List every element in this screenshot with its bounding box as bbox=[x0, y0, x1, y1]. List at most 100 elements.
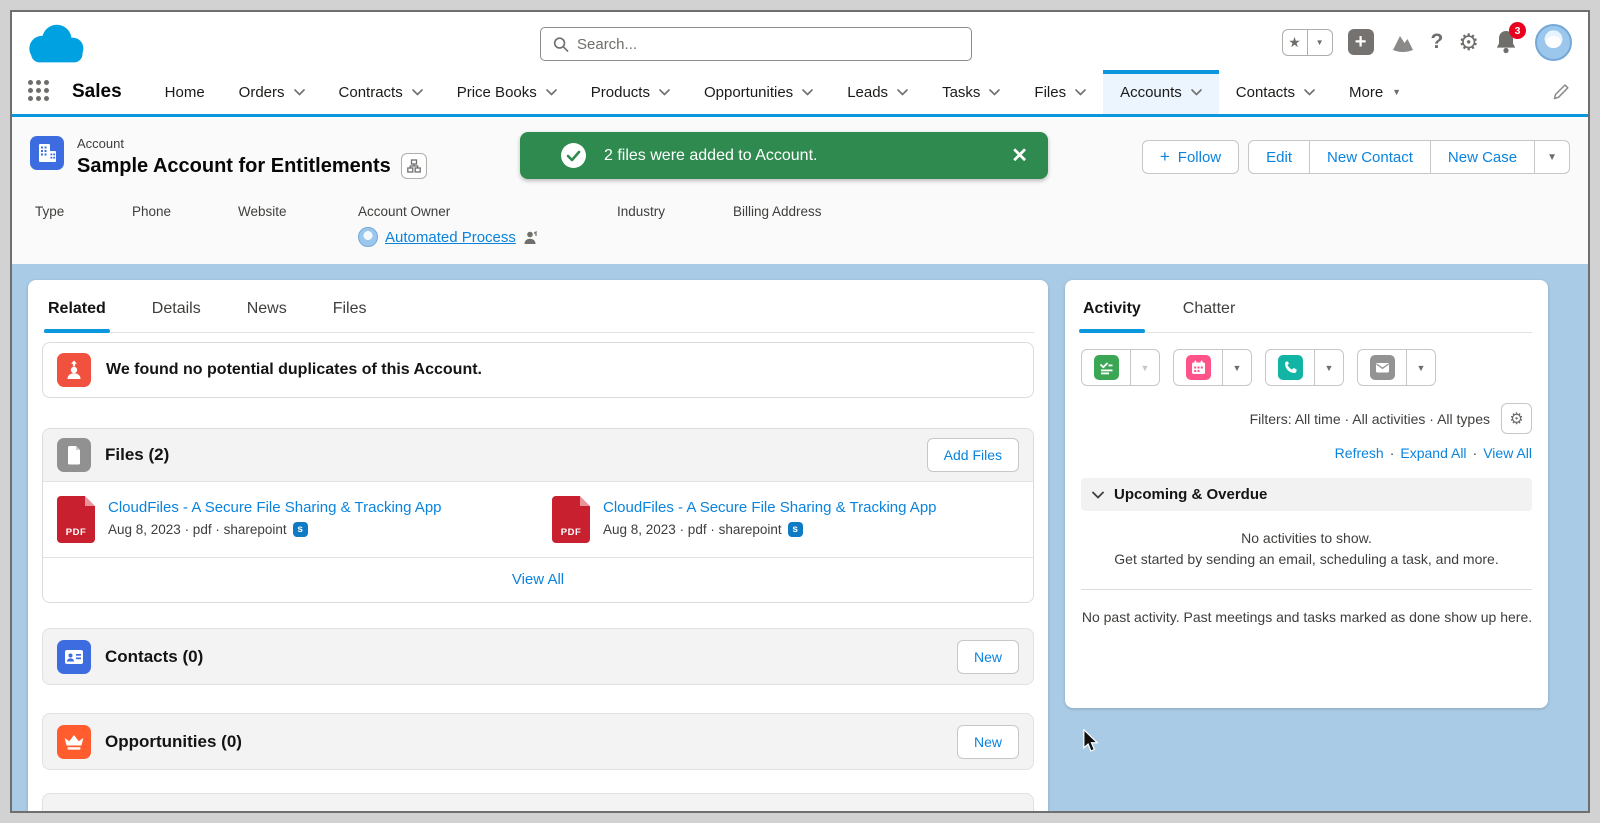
nav-tab-label: Contracts bbox=[339, 84, 403, 101]
favorite-star-icon[interactable]: ★ bbox=[1282, 29, 1308, 56]
chevron-down-icon[interactable] bbox=[294, 89, 305, 96]
app-launcher-icon[interactable] bbox=[28, 80, 52, 104]
chevron-down-icon[interactable] bbox=[546, 89, 557, 96]
nav-tab-price-books[interactable]: Price Books bbox=[440, 70, 574, 114]
chevron-down-icon[interactable] bbox=[802, 89, 813, 96]
new-contact-button[interactable]: New Contact bbox=[1309, 140, 1431, 174]
pdf-file-icon: PDF bbox=[57, 496, 95, 543]
file-name-link[interactable]: CloudFiles - A Secure File Sharing & Tra… bbox=[603, 499, 937, 516]
nav-tab-leads[interactable]: Leads bbox=[830, 70, 925, 114]
edit-button[interactable]: Edit bbox=[1248, 140, 1310, 174]
tab-details[interactable]: Details bbox=[152, 300, 201, 332]
nav-tab-label: Contacts bbox=[1236, 84, 1295, 101]
log-a-call-button[interactable] bbox=[1265, 349, 1315, 386]
notifications-bell[interactable]: 3 bbox=[1494, 29, 1520, 55]
user-avatar[interactable] bbox=[1535, 24, 1572, 61]
chevron-down-icon[interactable] bbox=[1304, 89, 1315, 96]
nav-tab-label: Accounts bbox=[1120, 84, 1182, 101]
separator-dot: · bbox=[1473, 445, 1478, 461]
toast-close-icon[interactable]: ✕ bbox=[1011, 143, 1028, 168]
activity-view-all-link[interactable]: View All bbox=[1483, 445, 1532, 461]
nav-tab-tasks[interactable]: Tasks bbox=[925, 70, 1017, 114]
chevron-down-icon[interactable] bbox=[897, 89, 908, 96]
event-dropdown[interactable]: ▼ bbox=[1222, 349, 1252, 386]
task-dropdown[interactable]: ▼ bbox=[1130, 349, 1160, 386]
guidance-center-icon[interactable] bbox=[1389, 30, 1416, 54]
pdf-badge: PDF bbox=[561, 527, 582, 538]
new-opportunity-button[interactable]: New bbox=[957, 725, 1019, 759]
activity-empty-state: No activities to show. Get started by se… bbox=[1081, 528, 1532, 570]
chevron-down-icon[interactable] bbox=[1075, 89, 1086, 96]
field-label-type: Type bbox=[35, 204, 64, 219]
nav-tab-products[interactable]: Products bbox=[574, 70, 687, 114]
files-view-all-link[interactable]: View All bbox=[512, 571, 564, 588]
tab-activity[interactable]: Activity bbox=[1083, 300, 1141, 332]
sharepoint-icon: s bbox=[788, 522, 803, 537]
success-toast: 2 files were added to Account. ✕ bbox=[520, 132, 1048, 179]
activity-settings-gear-icon[interactable]: ⚙ bbox=[1501, 403, 1532, 434]
contacts-related-list[interactable]: Contacts (0) New bbox=[42, 628, 1034, 685]
add-files-button[interactable]: Add Files bbox=[927, 438, 1019, 472]
expand-all-link[interactable]: Expand All bbox=[1400, 445, 1466, 461]
favorites-dropdown-icon[interactable]: ▼ bbox=[1307, 29, 1333, 56]
new-task-button[interactable] bbox=[1081, 349, 1131, 386]
search-input[interactable] bbox=[577, 36, 959, 53]
files-related-list: Files (2) Add Files PDF CloudFiles - A S… bbox=[42, 428, 1034, 603]
new-case-button[interactable]: New Case bbox=[1430, 140, 1535, 174]
tab-news[interactable]: News bbox=[247, 300, 287, 332]
global-actions-button[interactable]: + bbox=[1348, 29, 1374, 55]
pdf-file-icon: PDF bbox=[552, 496, 590, 543]
opportunities-related-list[interactable]: Opportunities (0) New bbox=[42, 713, 1034, 770]
call-dropdown[interactable]: ▼ bbox=[1314, 349, 1344, 386]
field-label-website: Website bbox=[238, 204, 287, 219]
tab-chatter[interactable]: Chatter bbox=[1183, 300, 1235, 332]
account-owner-link[interactable]: Automated Process bbox=[385, 229, 516, 246]
chevron-down-icon bbox=[1092, 491, 1104, 499]
field-label-account-owner: Account Owner bbox=[358, 204, 450, 219]
files-card-header[interactable]: Files (2) Add Files bbox=[43, 429, 1033, 481]
chevron-down-icon[interactable] bbox=[1191, 89, 1202, 96]
setup-gear-icon[interactable]: ⚙ bbox=[1458, 31, 1479, 54]
help-icon[interactable]: ? bbox=[1431, 30, 1444, 54]
call-icon bbox=[1278, 355, 1303, 380]
chevron-down-icon[interactable] bbox=[989, 89, 1000, 96]
files-card-title: Files (2) bbox=[105, 445, 169, 465]
new-event-button[interactable] bbox=[1173, 349, 1223, 386]
file-item[interactable]: PDF CloudFiles - A Secure File Sharing &… bbox=[43, 492, 538, 547]
more-actions-dropdown[interactable]: ▼ bbox=[1534, 140, 1570, 174]
nav-tab-more[interactable]: More▼ bbox=[1332, 70, 1418, 114]
record-detail-card: Related Details News Files We found no p… bbox=[28, 280, 1048, 813]
nav-tab-contracts[interactable]: Contracts bbox=[322, 70, 440, 114]
nav-tab-orders[interactable]: Orders bbox=[222, 70, 322, 114]
change-owner-icon[interactable] bbox=[523, 230, 538, 245]
page-content: Related Details News Files We found no p… bbox=[12, 264, 1588, 813]
file-name-link[interactable]: CloudFiles - A Secure File Sharing & Tra… bbox=[108, 499, 442, 516]
task-icon bbox=[1094, 355, 1119, 380]
file-item[interactable]: PDF CloudFiles - A Secure File Sharing &… bbox=[538, 492, 1033, 547]
tab-files[interactable]: Files bbox=[333, 300, 367, 332]
chevron-down-icon[interactable] bbox=[659, 89, 670, 96]
follow-button[interactable]: + Follow bbox=[1142, 140, 1239, 174]
account-hierarchy-button[interactable] bbox=[401, 153, 427, 179]
chevron-down-icon[interactable] bbox=[412, 89, 423, 96]
edit-navigation-pencil-icon[interactable] bbox=[1552, 83, 1570, 101]
global-search[interactable] bbox=[540, 27, 972, 61]
new-contact-list-button[interactable]: New bbox=[957, 640, 1019, 674]
nav-tab-opportunities[interactable]: Opportunities bbox=[687, 70, 830, 114]
nav-tab-files[interactable]: Files bbox=[1017, 70, 1103, 114]
email-dropdown[interactable]: ▼ bbox=[1406, 349, 1436, 386]
nav-tab-label: Leads bbox=[847, 84, 888, 101]
opportunities-icon bbox=[57, 725, 91, 759]
favorites-combo-button[interactable]: ★ ▼ bbox=[1282, 29, 1333, 56]
email-button[interactable] bbox=[1357, 349, 1407, 386]
nav-tab-contacts[interactable]: Contacts bbox=[1219, 70, 1332, 114]
account-record-icon bbox=[30, 136, 64, 170]
refresh-link[interactable]: Refresh bbox=[1335, 445, 1384, 461]
upcoming-overdue-section-header[interactable]: Upcoming & Overdue bbox=[1081, 478, 1532, 511]
nav-tab-home[interactable]: Home bbox=[148, 70, 222, 114]
nav-tab-accounts[interactable]: Accounts bbox=[1103, 70, 1219, 114]
field-label-billing-address: Billing Address bbox=[733, 204, 822, 219]
record-title: Sample Account for Entitlements bbox=[77, 155, 391, 178]
record-header-section: Account Sample Account for Entitlements bbox=[12, 120, 1588, 264]
tab-related[interactable]: Related bbox=[48, 300, 106, 332]
